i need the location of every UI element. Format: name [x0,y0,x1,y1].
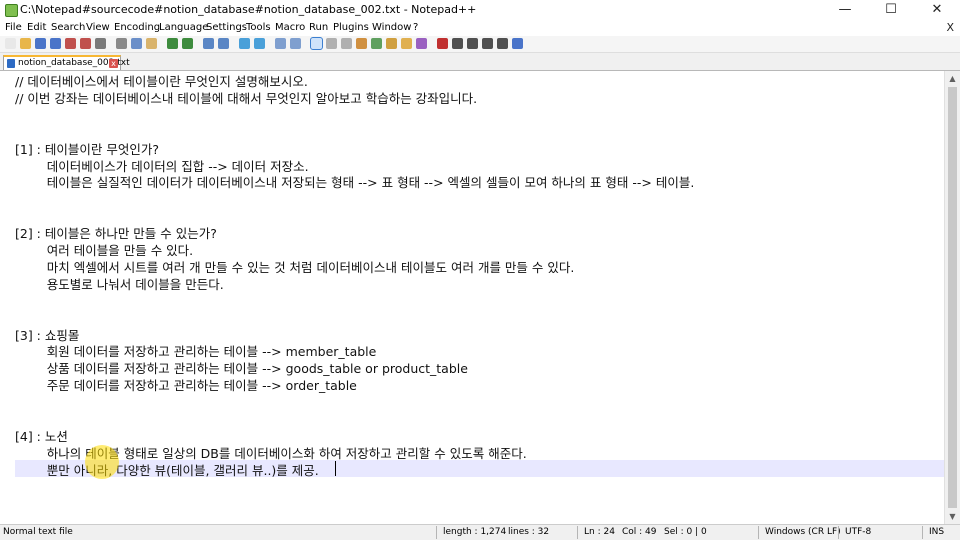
status-separator [922,526,923,539]
vertical-scrollbar[interactable]: ▲ ▼ [944,71,960,524]
status-bar: Normal text file length : 1,274 lines : … [0,524,960,540]
show-all-chars-icon[interactable] [326,38,337,49]
text-line: [3] : 쇼핑몰 [15,327,80,343]
status-eol: Windows (CR LF) [765,527,841,537]
cut-icon[interactable] [116,38,127,49]
tab-close-icon[interactable]: x [109,59,118,68]
floppy-disk-icon [7,59,15,68]
menu-encoding[interactable]: Encoding [114,22,160,33]
text-line: // 데이터베이스에서 테이블이란 무엇인지 설명해보시오. [15,74,308,89]
close-document-button[interactable]: X [946,21,954,34]
function-list-icon[interactable] [386,38,397,49]
close-all-icon[interactable] [80,38,91,49]
menu-file[interactable]: File [5,22,22,33]
user-language-icon[interactable] [356,38,367,49]
status-separator [577,526,578,539]
sync-vertical-icon[interactable] [275,38,286,49]
text-line: [1] : 테이블이란 무엇인가? [15,141,159,157]
menu-bar: File Edit Search View Encoding Language … [0,20,960,36]
menu-plugins[interactable]: Plugins [333,22,369,33]
folder-workspace-icon[interactable] [401,38,412,49]
print-icon[interactable] [95,38,106,49]
text-line: 뿐만 아니라, 다양한 뷰(테이블, 갤러리 뷰..)를 제공. [15,462,319,478]
status-separator [758,526,759,539]
menu-settings[interactable]: Settings [206,22,247,33]
text-line: 여러 테이블을 만들 수 있다. [15,243,194,258]
scrollbar-thumb[interactable] [948,87,957,508]
replace-icon[interactable] [218,38,229,49]
zoom-out-icon[interactable] [254,38,265,49]
text-line: 주문 데이터를 저장하고 관리하는 테이블 --> order_table [15,378,357,394]
text-line: 마치 엑셀에서 시트를 여러 개 만들 수 있는 것 처럼 데이터베이스내 테이… [15,259,575,275]
text-line: 용도별로 나눠서 데이블을 만든다. [15,276,224,292]
tab-bar: notion_database_002.txt x [0,53,960,71]
text-line: [2] : 테이블은 하나만 만들 수 있는가? [15,226,217,242]
menu-edit[interactable]: Edit [27,22,46,33]
menu-view[interactable]: View [86,22,110,33]
word-wrap-icon[interactable] [310,37,323,50]
text-line: // 이번 강좌는 데이터베이스내 테이블에 대해서 무엇인지 알아보고 학습하… [15,90,478,106]
text-line: 상품 데이터를 저장하고 관리하는 테이블 --> goods_table or… [15,361,468,377]
save-all-icon[interactable] [50,38,61,49]
menu-window[interactable]: Window [372,22,411,33]
menu-language[interactable]: Language [159,22,208,33]
launch-icon[interactable] [512,38,523,49]
text-area[interactable]: // 데이터베이스에서 테이블이란 무엇인지 설명해보시오.// 이번 강좌는 … [15,71,945,524]
title-bar: C:\Notepad#sourcecode#notion_database#no… [0,0,960,20]
status-separator [436,526,437,539]
text-line: 데이터베이스가 데이터의 집합 --> 데이터 저장소. [15,158,309,174]
fold-margin [0,71,10,524]
record-macro-icon[interactable] [437,38,448,49]
text-line: 회원 데이터를 저장하고 관리하는 테이블 --> member_table [15,344,377,360]
maximize-button[interactable]: ☐ [868,0,914,20]
redo-icon[interactable] [182,38,193,49]
toolbar [0,36,960,53]
paste-icon[interactable] [146,38,157,49]
menu-macro[interactable]: Macro [275,22,305,33]
save-macro-icon[interactable] [497,38,508,49]
menu-search[interactable]: Search [51,22,85,33]
minimize-button[interactable]: — [822,0,868,20]
undo-icon[interactable] [167,38,178,49]
menu-tools[interactable]: Tools [246,22,271,33]
run-macro-multiple-icon[interactable] [482,38,493,49]
stop-macro-icon[interactable] [452,38,463,49]
save-icon[interactable] [35,38,46,49]
document-map-icon[interactable] [371,38,382,49]
find-icon[interactable] [203,38,214,49]
sync-horizontal-icon[interactable] [290,38,301,49]
notepadpp-logo-icon [5,4,18,17]
status-col: Col : 49 [622,527,657,537]
text-caret [335,461,336,476]
menu-help[interactable]: ? [413,22,418,33]
indent-guide-icon[interactable] [341,38,352,49]
status-sel: Sel : 0 | 0 [664,527,707,537]
status-mode: INS [929,527,945,537]
close-button[interactable]: ✕ [914,0,960,20]
text-line: [4] : 노션 [15,428,68,444]
copy-icon[interactable] [131,38,142,49]
window-title: C:\Notepad#sourcecode#notion_database#no… [20,3,477,16]
menu-run[interactable]: Run [309,22,328,33]
status-length: length : 1,274 [443,527,507,537]
monitoring-icon[interactable] [416,38,427,49]
play-macro-icon[interactable] [467,38,478,49]
status-lines: lines : 32 [508,527,550,537]
open-file-icon[interactable] [20,38,31,49]
text-line: 테이블은 실질적인 데이터가 데이터베이스내 저장되는 형태 --> 표 형태 … [15,175,695,191]
status-encoding: UTF-8 [845,527,872,537]
close-icon[interactable] [65,38,76,49]
editor[interactable]: // 데이터베이스에서 테이블이란 무엇인지 설명해보시오.// 이번 강좌는 … [0,71,960,524]
status-ln: Ln : 24 [584,527,615,537]
tab-notion-database-002[interactable]: notion_database_002.txt x [3,55,130,70]
zoom-in-icon[interactable] [239,38,250,49]
status-separator [838,526,839,539]
status-file-type: Normal text file [3,527,73,537]
mouse-cursor-highlight [85,445,119,479]
scroll-up-arrow-icon[interactable]: ▲ [945,71,960,86]
new-file-icon[interactable] [5,38,16,49]
scroll-down-arrow-icon[interactable]: ▼ [945,509,960,524]
